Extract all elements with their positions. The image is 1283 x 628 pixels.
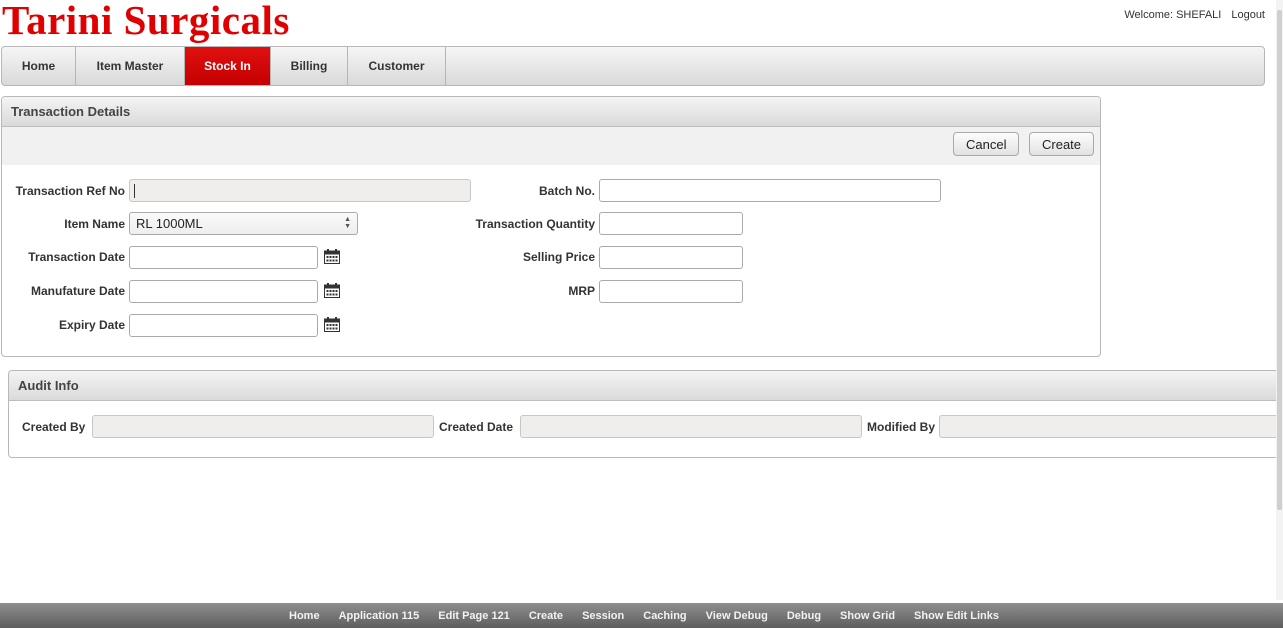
- quantity-label: Transaction Quantity: [475, 217, 595, 231]
- expiry-date-label: Expiry Date: [58, 318, 125, 332]
- tab-stock-in[interactable]: Stock In: [185, 47, 271, 85]
- dev-link-application[interactable]: Application 115: [339, 610, 420, 622]
- tab-customer[interactable]: Customer: [348, 47, 446, 85]
- transaction-date-label: Transaction Date: [28, 250, 125, 264]
- create-button[interactable]: Create: [1029, 132, 1095, 156]
- selling-price-input[interactable]: [599, 246, 743, 269]
- text-caret: [134, 184, 135, 198]
- quantity-input[interactable]: [599, 212, 743, 235]
- logout-link[interactable]: Logout: [1231, 9, 1265, 21]
- vertical-scrollbar[interactable]: [1276, 0, 1283, 600]
- modified-by-label: Modified By: [867, 420, 935, 434]
- calendar-icon[interactable]: [324, 283, 340, 298]
- dev-link-debug[interactable]: Debug: [787, 610, 821, 622]
- tab-billing[interactable]: Billing: [271, 47, 348, 85]
- tab-home[interactable]: Home: [2, 47, 76, 85]
- dev-link-caching[interactable]: Caching: [643, 610, 686, 622]
- manufature-date-input[interactable]: [129, 280, 318, 303]
- batch-no-input[interactable]: [599, 179, 941, 202]
- dev-link-edit-page[interactable]: Edit Page 121: [438, 610, 510, 622]
- created-date-input: [520, 415, 862, 438]
- created-by-input: [92, 415, 434, 438]
- item-name-value: RL 1000ML: [136, 216, 203, 231]
- cancel-button[interactable]: Cancel: [953, 132, 1020, 156]
- calendar-icon[interactable]: [324, 249, 340, 264]
- tab-item-master[interactable]: Item Master: [76, 47, 185, 85]
- dev-link-show-grid[interactable]: Show Grid: [840, 610, 895, 622]
- scrollbar-thumb[interactable]: [1277, 10, 1282, 510]
- mrp-input[interactable]: [599, 280, 743, 303]
- developer-toolbar: Home Application 115 Edit Page 121 Creat…: [0, 603, 1283, 628]
- mrp-label: MRP: [568, 284, 595, 298]
- expiry-date-input[interactable]: [129, 314, 318, 337]
- region-title: Audit Info: [9, 371, 1283, 401]
- ref-no-label: Transaction Ref No: [15, 184, 125, 198]
- button-bar: Cancel Create: [2, 127, 1100, 165]
- transaction-date-input[interactable]: [129, 246, 318, 269]
- app-logo-title: Tarini Surgicals: [2, 0, 290, 43]
- manufature-date-label: Manufature Date: [30, 284, 125, 298]
- dev-link-create[interactable]: Create: [529, 610, 563, 622]
- up-down-arrows-icon: ▲ ▼: [344, 216, 351, 230]
- dev-link-show-edit-links[interactable]: Show Edit Links: [914, 610, 999, 622]
- main-tabs: Home Item Master Stock In Billing Custom…: [1, 46, 1265, 86]
- item-name-select[interactable]: RL 1000ML ▲ ▼: [129, 212, 358, 235]
- welcome-text: Welcome: SHEFALI: [1124, 9, 1222, 21]
- created-date-label: Created Date: [439, 420, 514, 434]
- audit-info-region: Audit Info: [8, 370, 1283, 458]
- item-name-label: Item Name: [64, 217, 125, 231]
- batch-no-label: Batch No.: [538, 184, 595, 198]
- user-bar: Welcome: SHEFALI Logout: [1124, 9, 1265, 21]
- region-title: Transaction Details: [2, 97, 1100, 127]
- calendar-icon[interactable]: [324, 317, 340, 332]
- modified-by-input: [939, 415, 1283, 438]
- created-by-label: Created By: [22, 420, 86, 434]
- dev-link-session[interactable]: Session: [582, 610, 624, 622]
- selling-price-label: Selling Price: [522, 250, 595, 264]
- dev-link-home[interactable]: Home: [289, 610, 320, 622]
- dev-link-view-debug[interactable]: View Debug: [706, 610, 768, 622]
- ref-no-input[interactable]: [129, 179, 471, 202]
